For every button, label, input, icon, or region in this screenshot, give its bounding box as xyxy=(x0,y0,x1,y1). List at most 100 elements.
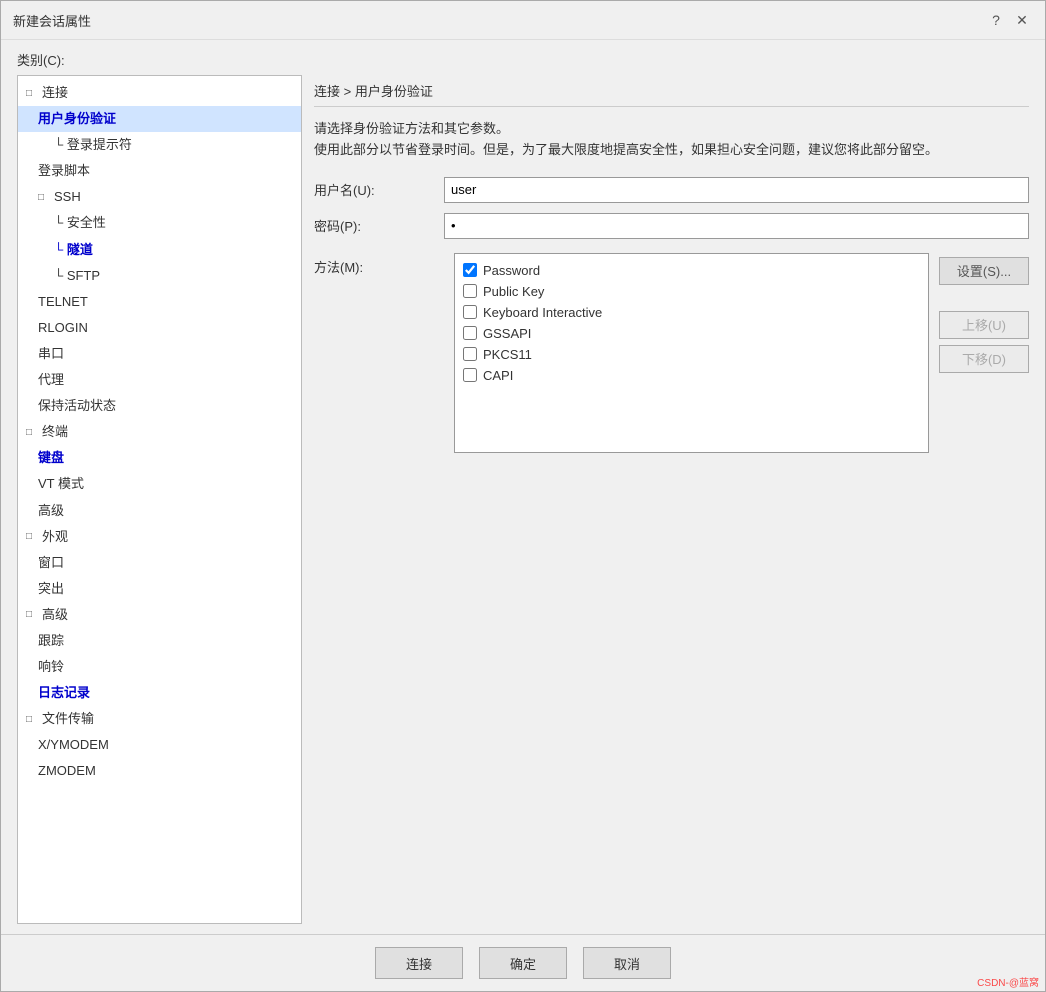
sidebar-tree: □ 连接 用户身份验证 └ 登录提示符 登录脚本 □ SSH xyxy=(17,75,302,924)
sidebar-item-跟踪[interactable]: 跟踪 xyxy=(18,628,301,654)
connect-button[interactable]: 连接 xyxy=(375,947,463,979)
sidebar-item-label: 终端 xyxy=(42,421,68,443)
sidebar-item-登录提示符[interactable]: └ 登录提示符 xyxy=(18,132,301,158)
sidebar-item-label: X/YMODEM xyxy=(38,734,109,756)
sidebar-item-高级2[interactable]: □ 高级 xyxy=(18,602,301,628)
cancel-button[interactable]: 取消 xyxy=(583,947,671,979)
settings-button[interactable]: 设置(S)... xyxy=(939,257,1029,285)
toggle-icon-高级2: □ xyxy=(26,606,42,623)
sidebar-item-label: 突出 xyxy=(38,578,64,600)
sidebar-item-用户身份验证[interactable]: 用户身份验证 xyxy=(18,106,301,132)
sidebar-item-label: 登录脚本 xyxy=(38,160,90,182)
sidebar-item-label: 文件传输 xyxy=(42,708,94,730)
dialog-body: 类别(C): □ 连接 用户身份验证 └ 登录提示符 登录脚 xyxy=(1,40,1045,934)
username-label: 用户名(U): xyxy=(314,180,444,199)
sidebar-item-代理[interactable]: 代理 xyxy=(18,367,301,393)
sidebar-item-键盘[interactable]: 键盘 xyxy=(18,445,301,471)
sidebar-item-RLOGIN[interactable]: RLOGIN xyxy=(18,315,301,341)
username-row: 用户名(U): xyxy=(314,177,1029,203)
sidebar-item-响铃[interactable]: 响铃 xyxy=(18,654,301,680)
sidebar-item-登录脚本[interactable]: 登录脚本 xyxy=(18,158,301,184)
move-down-button[interactable]: 下移(D) xyxy=(939,345,1029,373)
method-item-password: Password xyxy=(463,260,920,281)
sidebar-item-label: └ 隧道 xyxy=(54,239,93,261)
method-label: 方法(M): xyxy=(314,253,444,453)
sidebar-item-label: └ 登录提示符 xyxy=(54,134,132,156)
sidebar-item-高级[interactable]: 高级 xyxy=(18,498,301,524)
toggle-icon-文件传输: □ xyxy=(26,711,42,728)
sidebar-item-外观[interactable]: □ 外观 xyxy=(18,524,301,550)
toggle-icon-连接: □ xyxy=(26,85,42,102)
method-item-capi: CAPI xyxy=(463,365,920,386)
password-input[interactable] xyxy=(444,213,1029,239)
sidebar-item-日志记录[interactable]: 日志记录 xyxy=(18,680,301,706)
sidebar-item-VT模式[interactable]: VT 模式 xyxy=(18,471,301,497)
sidebar-item-label: 日志记录 xyxy=(38,682,90,704)
dialog-footer: 连接 确定 取消 xyxy=(1,934,1045,991)
sidebar-item-文件传输[interactable]: □ 文件传输 xyxy=(18,706,301,732)
sidebar-item-保持活动状态[interactable]: 保持活动状态 xyxy=(18,393,301,419)
watermark: CSDN-@蓝窝 xyxy=(977,974,1039,989)
method-item-public-key: Public Key xyxy=(463,281,920,302)
method-checkbox-capi[interactable] xyxy=(463,368,477,382)
sidebar-item-XYMODEM[interactable]: X/YMODEM xyxy=(18,732,301,758)
method-label-gssapi: GSSAPI xyxy=(483,326,531,341)
ok-button[interactable]: 确定 xyxy=(479,947,567,979)
method-checkbox-password[interactable] xyxy=(463,263,477,277)
method-label-capi: CAPI xyxy=(483,368,513,383)
sidebar-item-label: 用户身份验证 xyxy=(38,108,116,130)
help-button[interactable]: ? xyxy=(985,9,1007,31)
title-bar-buttons: ? ✕ xyxy=(985,9,1033,31)
sidebar-item-串口[interactable]: 串口 xyxy=(18,341,301,367)
sidebar-item-SFTP[interactable]: └ SFTP xyxy=(18,263,301,289)
sidebar-item-label: 键盘 xyxy=(38,447,64,469)
password-row: 密码(P): xyxy=(314,213,1029,239)
main-area: □ 连接 用户身份验证 └ 登录提示符 登录脚本 □ SSH xyxy=(17,75,1029,924)
sidebar-item-label: └ 安全性 xyxy=(54,212,106,234)
sidebar-item-label: 高级 xyxy=(38,500,64,522)
sidebar-item-label: 连接 xyxy=(42,82,68,104)
username-input[interactable] xyxy=(444,177,1029,203)
method-item-keyboard-interactive: Keyboard Interactive xyxy=(463,302,920,323)
method-item-pkcs11: PKCS11 xyxy=(463,344,920,365)
sidebar-item-窗口[interactable]: 窗口 xyxy=(18,550,301,576)
sidebar-item-label: 保持活动状态 xyxy=(38,395,116,417)
sidebar-item-终端[interactable]: □ 终端 xyxy=(18,419,301,445)
method-list: Password Public Key Keyboard Interactive xyxy=(454,253,929,453)
toggle-icon-SSH: □ xyxy=(38,189,54,206)
dialog: 新建会话属性 ? ✕ 类别(C): □ 连接 用户身份验证 └ xyxy=(0,0,1046,992)
password-label: 密码(P): xyxy=(314,216,444,235)
sidebar-item-安全性[interactable]: └ 安全性 xyxy=(18,210,301,236)
description: 请选择身份验证方法和其它参数。 使用此部分以节省登录时间。但是，为了最大限度地提… xyxy=(314,119,1029,161)
sidebar-item-label: 窗口 xyxy=(38,552,64,574)
sidebar-item-label: RLOGIN xyxy=(38,317,88,339)
sidebar-item-连接[interactable]: □ 连接 xyxy=(18,80,301,106)
method-label-password: Password xyxy=(483,263,540,278)
method-checkbox-public-key[interactable] xyxy=(463,284,477,298)
method-area: 方法(M): Password Public Key Keyboard I xyxy=(314,253,1029,453)
sidebar-item-label: 高级 xyxy=(42,604,68,626)
sidebar-item-ZMODEM[interactable]: ZMODEM xyxy=(18,758,301,784)
method-checkbox-gssapi[interactable] xyxy=(463,326,477,340)
sidebar-item-label: ZMODEM xyxy=(38,760,96,782)
sidebar-item-SSH[interactable]: □ SSH xyxy=(18,184,301,210)
description-line2: 使用此部分以节省登录时间。但是，为了最大限度地提高安全性，如果担心安全问题，建议… xyxy=(314,140,1029,161)
sidebar-item-label: 跟踪 xyxy=(38,630,64,652)
method-label-pkcs11: PKCS11 xyxy=(483,347,532,362)
close-button[interactable]: ✕ xyxy=(1011,9,1033,31)
sidebar-item-label: VT 模式 xyxy=(38,473,84,495)
description-line1: 请选择身份验证方法和其它参数。 xyxy=(314,119,1029,140)
sidebar-item-隧道[interactable]: └ 隧道 xyxy=(18,237,301,263)
dialog-title: 新建会话属性 xyxy=(13,11,91,30)
content-area: 连接 > 用户身份验证 请选择身份验证方法和其它参数。 使用此部分以节省登录时间… xyxy=(314,75,1029,924)
method-checkbox-pkcs11[interactable] xyxy=(463,347,477,361)
sidebar-item-label: 响铃 xyxy=(38,656,64,678)
sidebar-item-label: SSH xyxy=(54,186,81,208)
method-checkbox-keyboard-interactive[interactable] xyxy=(463,305,477,319)
method-buttons: 设置(S)... 上移(U) 下移(D) xyxy=(939,253,1029,453)
move-up-button[interactable]: 上移(U) xyxy=(939,311,1029,339)
sidebar-item-突出[interactable]: 突出 xyxy=(18,576,301,602)
sidebar-item-TELNET[interactable]: TELNET xyxy=(18,289,301,315)
sidebar-item-label: 外观 xyxy=(42,526,68,548)
title-bar: 新建会话属性 ? ✕ xyxy=(1,1,1045,40)
